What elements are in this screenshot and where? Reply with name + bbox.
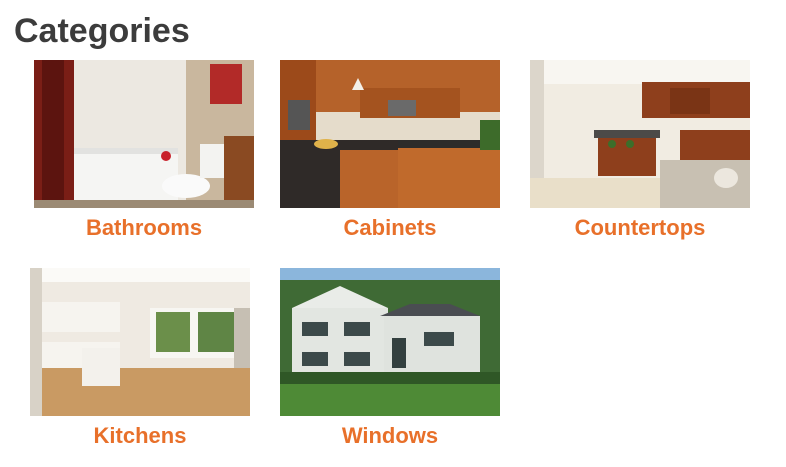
bathrooms-photo[interactable] — [34, 60, 254, 208]
category-label-bathrooms[interactable]: Bathrooms — [34, 214, 254, 242]
cabinets-photo[interactable] — [280, 60, 500, 208]
category-card-windows[interactable]: Windows — [280, 268, 500, 450]
categories-heading: Categories — [14, 12, 190, 50]
category-card-cabinets[interactable]: Cabinets — [280, 60, 500, 242]
category-card-bathrooms[interactable]: Bathrooms — [34, 60, 254, 242]
category-label-countertops[interactable]: Countertops — [530, 214, 750, 242]
category-card-countertops[interactable]: Countertops — [530, 60, 750, 242]
category-label-cabinets[interactable]: Cabinets — [280, 214, 500, 242]
windows-photo[interactable] — [280, 268, 500, 416]
kitchens-photo[interactable] — [30, 268, 250, 416]
category-card-kitchens[interactable]: Kitchens — [30, 268, 250, 450]
category-label-kitchens[interactable]: Kitchens — [30, 422, 250, 450]
countertops-photo[interactable] — [530, 60, 750, 208]
category-label-windows[interactable]: Windows — [280, 422, 500, 450]
